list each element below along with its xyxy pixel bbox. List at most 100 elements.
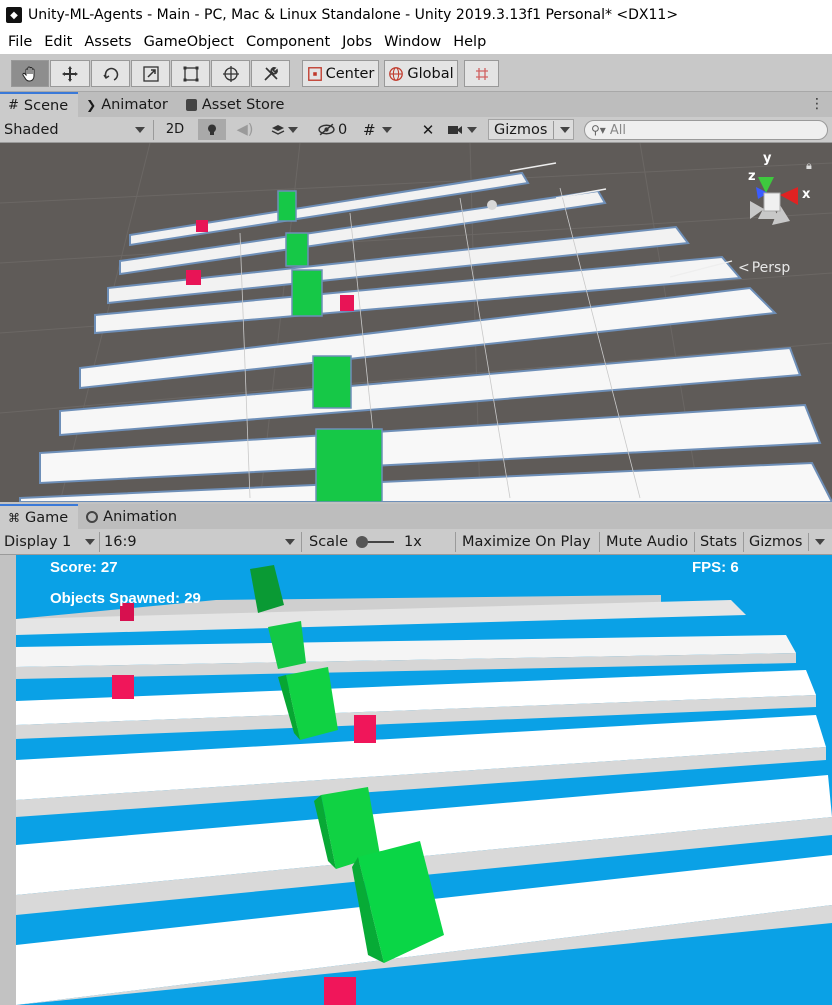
mode-2d-toggle[interactable]: 2D	[160, 119, 190, 140]
lock-icon[interactable]: 🔒︎	[806, 159, 812, 173]
scale-tool-button[interactable]	[131, 60, 170, 87]
game-viewport[interactable]: Score: 27 Objects Spawned: 29 FPS: 6	[16, 555, 832, 1005]
chevron-down-icon	[560, 126, 571, 133]
grid-icon: #	[363, 120, 376, 139]
pivot-space-toggle[interactable]: Global	[384, 60, 458, 87]
scene-viewport[interactable]: y z x 🔒︎ < Persp	[0, 143, 832, 502]
menu-gameobject[interactable]: GameObject	[138, 34, 240, 50]
objects-spawned-label: Objects Spawned: 29	[50, 590, 201, 607]
tab-asset-store[interactable]: Asset Store	[178, 92, 295, 117]
light-gizmo-icon	[487, 200, 497, 210]
scale-slider[interactable]	[356, 531, 396, 552]
game-control-bar: Display 1 16:9 Scale 1x Maximize On Play…	[0, 529, 832, 555]
scale-icon	[142, 65, 159, 82]
move-tool-button[interactable]	[50, 60, 90, 87]
grid-snap-dropdown[interactable]: #	[363, 119, 409, 140]
snap-settings-button[interactable]	[464, 60, 499, 87]
axis-gizmo-icon	[750, 177, 798, 225]
tab-animator-label: Animator	[101, 96, 168, 113]
window-title: Unity-ML-Agents - Main - PC, Mac & Linux…	[28, 7, 679, 23]
search-icon: ⚲▾	[591, 123, 606, 137]
display-dropdown[interactable]: Display 1	[4, 531, 97, 552]
pivot-mode-toggle[interactable]: Center	[302, 60, 379, 87]
chevron-down-icon	[467, 126, 477, 133]
rect-transform-icon	[183, 66, 198, 81]
divider	[743, 532, 744, 552]
tools-icon	[263, 66, 278, 81]
score-label: Score: 27	[50, 559, 118, 576]
scene-orientation-gizmo[interactable]: y z x 🔒︎	[728, 149, 828, 249]
scale-slider-track	[356, 535, 394, 548]
gizmo-z-label: z	[748, 169, 756, 184]
rotate-tool-button[interactable]	[91, 60, 130, 87]
scene-grid-icon: #	[8, 98, 19, 113]
pivot-space-label: Global	[407, 65, 454, 82]
gizmo-y-label: y	[763, 151, 772, 166]
audio-toggle[interactable]: ◀)	[232, 119, 258, 140]
scale-label: Scale	[309, 533, 349, 550]
tab-animator[interactable]: ❯ Animator	[78, 92, 178, 117]
menu-window[interactable]: Window	[378, 34, 447, 50]
chevron-down-icon	[85, 538, 95, 545]
chevron-down-icon	[287, 126, 298, 133]
scene-gizmos-dropdown[interactable]: Gizmos	[488, 119, 574, 140]
menu-edit[interactable]: Edit	[38, 34, 78, 50]
speaker-icon: ◀)	[236, 121, 254, 138]
hidden-count: 0	[338, 121, 348, 138]
divider	[553, 120, 555, 139]
lighting-toggle[interactable]	[198, 119, 226, 140]
fps-label: FPS: 6	[692, 559, 739, 576]
aspect-dropdown[interactable]: 16:9	[104, 531, 297, 552]
tab-scene[interactable]: # Scene	[0, 92, 79, 117]
main-toolbar: Center Global	[0, 54, 832, 92]
divider	[808, 532, 810, 551]
menu-help[interactable]: Help	[447, 34, 492, 50]
display-value: Display 1	[4, 533, 72, 550]
tab-game[interactable]: ⌘ Game	[0, 504, 79, 529]
window-titlebar: ◆ Unity-ML-Agents - Main - PC, Mac & Lin…	[0, 0, 832, 30]
tools-icon: ✕	[421, 120, 435, 139]
stats-toggle[interactable]: Stats	[700, 531, 740, 552]
scene-search-field[interactable]: ⚲▾ All	[584, 120, 828, 140]
camera-dropdown[interactable]	[447, 119, 487, 140]
scale-slider-thumb[interactable]	[356, 535, 368, 548]
chevron-down-icon	[285, 538, 295, 545]
chevron-down-icon	[135, 126, 145, 133]
mute-audio-toggle[interactable]: Mute Audio	[606, 531, 694, 552]
transform-tool-button[interactable]	[211, 60, 250, 87]
aspect-value: 16:9	[104, 533, 137, 550]
chevron-down-icon	[381, 126, 392, 133]
hand-tool-button[interactable]	[11, 60, 49, 87]
rect-tool-button[interactable]	[171, 60, 210, 87]
maximize-on-play-toggle[interactable]: Maximize On Play	[462, 531, 598, 552]
divider	[153, 120, 154, 140]
menu-assets[interactable]: Assets	[78, 34, 137, 50]
scene-tabstrip: # Scene ❯ Animator Asset Store ⋮	[0, 92, 832, 117]
game-gizmos-dropdown[interactable]: Gizmos	[749, 531, 829, 552]
scale-value: 1x	[404, 533, 422, 550]
tab-animation-label: Animation	[103, 508, 178, 525]
hand-icon	[22, 66, 35, 81]
hidden-objects-toggle[interactable]: 0	[318, 119, 356, 140]
search-placeholder: All	[609, 122, 626, 138]
menu-component[interactable]: Component	[240, 34, 336, 50]
panel-menu-icon[interactable]: ⋮	[810, 96, 824, 112]
menu-file[interactable]: File	[2, 34, 38, 50]
unity-logo-icon: ◆	[6, 7, 22, 23]
projection-toggle[interactable]: < Persp	[738, 260, 790, 276]
game-gizmos-label: Gizmos	[749, 533, 803, 550]
effects-dropdown[interactable]	[264, 119, 304, 140]
lightbulb-icon	[208, 124, 216, 135]
scene-gizmos-label: Gizmos	[494, 121, 548, 138]
menu-jobs[interactable]: Jobs	[336, 34, 378, 50]
pivot-mode-label: Center	[325, 65, 375, 82]
menu-bar: File Edit Assets GameObject Component Jo…	[0, 30, 832, 54]
gizmo-x-label: x	[802, 187, 811, 202]
tab-animation[interactable]: Animation	[78, 504, 187, 529]
custom-tool-button[interactable]	[251, 60, 290, 87]
scene-view-render	[0, 143, 832, 502]
tools-toggle[interactable]: ✕	[417, 119, 439, 140]
projection-label: Persp	[751, 260, 791, 276]
game-tabstrip: ⌘ Game Animation	[0, 504, 832, 529]
shading-mode-dropdown[interactable]: Shaded	[4, 119, 150, 140]
